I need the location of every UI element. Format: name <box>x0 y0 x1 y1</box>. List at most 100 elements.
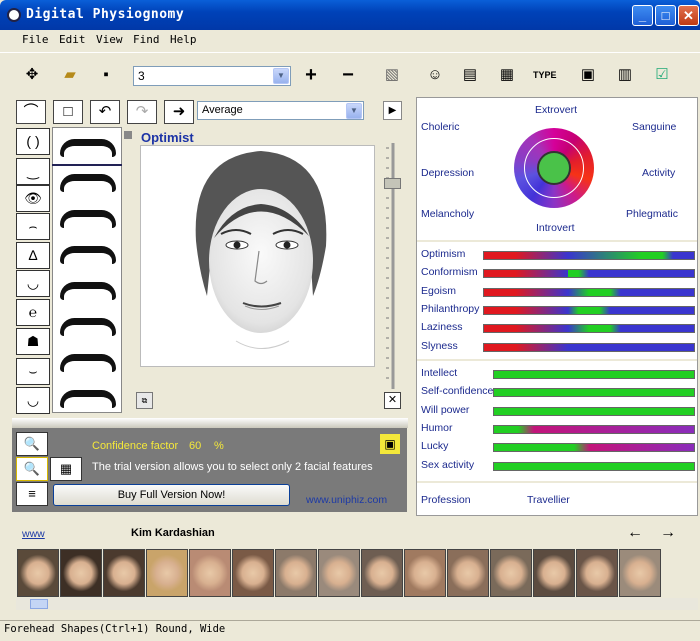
redo-icon[interactable]: ↷ <box>127 100 157 124</box>
phlegmatic-label: Phlegmatic <box>626 208 678 220</box>
celebrity-thumbnail[interactable] <box>318 549 360 597</box>
strip-scrollbar[interactable] <box>16 598 698 610</box>
export-icon[interactable]: ▥ <box>615 66 635 84</box>
divider <box>417 359 697 361</box>
lips-icon[interactable]: ⌣ <box>16 358 50 385</box>
confidence-label: Confidence factor <box>92 440 179 452</box>
menu-edit[interactable]: Edit <box>59 33 86 46</box>
buy-full-version-button[interactable]: Buy Full Version Now! <box>53 484 290 506</box>
copy-icon[interactable]: ⧉ <box>136 392 153 409</box>
nose-icon[interactable]: ∆ <box>16 242 50 269</box>
celebrity-thumbnail[interactable] <box>576 549 618 597</box>
celebrity-thumbnail[interactable] <box>103 549 145 597</box>
chevron-down-icon[interactable]: ▼ <box>346 103 362 119</box>
status-text: Forehead Shapes(Ctrl+1) Round, Wide <box>4 623 226 635</box>
open-folder-icon[interactable]: ▰ <box>60 66 80 84</box>
trait-label: Optimism <box>421 248 466 260</box>
trait-label: Self-confidence <box>421 385 494 398</box>
list-view-icon[interactable]: ≡ <box>16 482 48 506</box>
trait-label: Sex activity <box>421 458 475 471</box>
shape-option[interactable] <box>60 390 116 408</box>
save-icon[interactable]: ▪ <box>96 66 116 84</box>
print-icon[interactable]: ▣ <box>578 66 598 84</box>
shape-option[interactable] <box>60 282 116 300</box>
eyes-icon[interactable]: 👁 <box>16 185 50 212</box>
menu-find[interactable]: Find <box>133 33 160 46</box>
website-link[interactable]: www.uniphiz.com <box>306 494 387 506</box>
shape-option[interactable] <box>60 210 116 228</box>
shape-option[interactable] <box>60 174 116 192</box>
report-icon[interactable]: ▦ <box>497 66 517 84</box>
reset-button[interactable]: ✕ <box>384 392 401 409</box>
collapse-icon[interactable] <box>124 131 132 139</box>
trait-label: Egoism <box>421 284 457 297</box>
celebrity-thumbnail[interactable] <box>619 549 661 597</box>
zoom-in-icon[interactable]: 🔍 <box>16 432 48 456</box>
move-icon[interactable]: ✥ <box>22 66 42 84</box>
average-select[interactable]: Average ▼ <box>197 101 364 120</box>
face-icon[interactable]: ☺ <box>425 66 445 84</box>
type-icon[interactable]: TYPE <box>533 66 557 84</box>
celebrity-thumbnail[interactable] <box>447 549 489 597</box>
trial-message: The trial version allows you to select o… <box>92 461 373 473</box>
image-icon[interactable]: ▧ <box>382 66 402 84</box>
celebrity-thumbnail[interactable] <box>404 549 446 597</box>
hair-icon[interactable]: ☗ <box>16 328 50 355</box>
celebrity-thumbnail[interactable] <box>60 549 102 597</box>
menu-file[interactable]: File <box>22 33 49 46</box>
ear-icon[interactable]: ℮ <box>16 299 50 326</box>
face-canvas[interactable] <box>140 145 375 367</box>
trait-bar <box>483 342 695 352</box>
confidence-value: 60 <box>189 440 202 452</box>
chevron-down-icon[interactable]: ▼ <box>273 68 289 84</box>
minimize-button[interactable]: _ <box>632 5 653 26</box>
next-arrow-icon[interactable]: → <box>660 524 676 542</box>
forehead-tool-icon[interactable]: ⌒ <box>16 100 46 124</box>
undo-icon[interactable]: ↶ <box>90 100 120 124</box>
grid-view-icon[interactable]: ▦ <box>50 457 82 481</box>
celebrity-thumbnail[interactable] <box>17 549 59 597</box>
eyebrows-icon[interactable]: ⌢ <box>16 213 50 240</box>
camera-icon[interactable]: ▣ <box>380 434 400 454</box>
play-button[interactable]: ▶ <box>383 101 402 120</box>
celebrity-thumbnail[interactable] <box>275 549 317 597</box>
celebrity-thumbnail[interactable] <box>232 549 274 597</box>
profile-select[interactable]: 3 ▼ <box>133 66 291 86</box>
celebrity-thumbnail[interactable] <box>533 549 575 597</box>
strip-scroll-thumb[interactable] <box>30 599 48 609</box>
menu-help[interactable]: Help <box>170 33 197 46</box>
face-shape-icon[interactable]: ( ) <box>16 128 50 155</box>
forehead-shape-list[interactable] <box>52 127 122 413</box>
trait-bar <box>493 461 695 471</box>
close-button[interactable]: ✕ <box>678 5 699 26</box>
menu-view[interactable]: View <box>96 33 123 46</box>
remove-button[interactable]: − <box>338 65 358 85</box>
slider-thumb[interactable] <box>384 178 401 189</box>
shape-option[interactable] <box>60 318 116 336</box>
trait-bar <box>483 324 695 334</box>
celebrity-thumbnail[interactable] <box>490 549 532 597</box>
celebrity-thumbnail[interactable] <box>146 549 188 597</box>
add-button[interactable]: + <box>301 65 321 85</box>
panel-splitter[interactable] <box>12 418 408 428</box>
arrow-right-icon[interactable]: ➜ <box>164 100 194 124</box>
mouth-icon[interactable]: ◡ <box>16 270 50 297</box>
window-title: Digital Physiognomy <box>26 7 185 22</box>
celebrity-thumbnail[interactable] <box>189 549 231 597</box>
document-icon[interactable]: ▤ <box>460 66 480 84</box>
chin-icon[interactable]: ‿ <box>16 158 50 185</box>
celebrity-name: Kim Kardashian <box>131 527 215 539</box>
celebrity-thumbnail[interactable] <box>361 549 403 597</box>
trait-bar <box>493 443 695 453</box>
prev-arrow-icon[interactable]: ← <box>627 524 643 542</box>
square-icon[interactable]: □ <box>53 100 83 124</box>
shape-option[interactable] <box>60 354 116 372</box>
zoom-list-icon[interactable]: 🔍 <box>16 457 48 481</box>
beard-icon[interactable]: ◡ <box>16 387 50 414</box>
celebrity-link[interactable]: www <box>22 528 45 540</box>
shape-option[interactable] <box>60 139 116 157</box>
checkmark-icon[interactable]: ☑ <box>652 66 672 84</box>
divider <box>417 240 697 242</box>
shape-option[interactable] <box>60 246 116 264</box>
maximize-button[interactable]: □ <box>655 5 676 26</box>
